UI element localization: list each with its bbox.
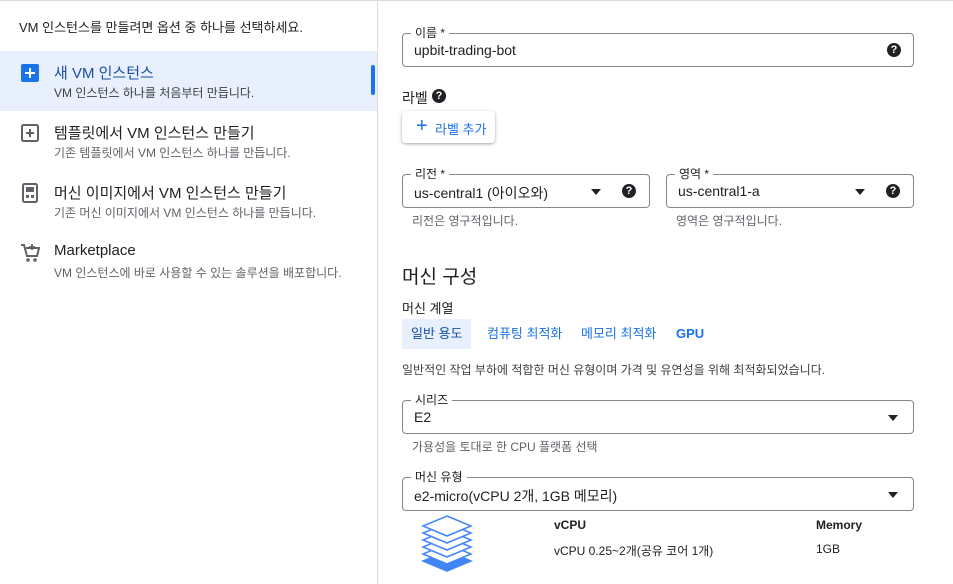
machine-family-desc: 일반적인 작업 부하에 적합한 머신 유형이며 가격 및 유연성을 위해 최적화… — [402, 363, 826, 377]
series-select-label: 시리즈 — [411, 393, 453, 407]
dropdown-arrow-icon — [591, 189, 601, 195]
creation-options-pane: VM 인스턴스를 만들려면 옵션 중 하나를 선택하세요. 새 VM 인스턴스 … — [0, 0, 378, 584]
dropdown-arrow-icon — [888, 492, 898, 498]
memory-value: 1GB — [816, 542, 841, 556]
dropdown-arrow-icon — [888, 415, 898, 421]
name-field-value[interactable]: upbit-trading-bot — [414, 42, 516, 58]
zone-select-label: 영역 * — [675, 167, 714, 181]
machine-type-select[interactable]: 머신 유형 e2-micro(vCPU 2개, 1GB 메모리) — [402, 470, 914, 511]
tab-general-purpose[interactable]: 일반 용도 — [402, 319, 472, 349]
option-title: 머신 이미지에서 VM 인스턴스 만들기 — [54, 185, 287, 202]
dropdown-arrow-icon — [855, 189, 865, 195]
tab-compute-optimized[interactable]: 컴퓨팅 최적화 — [478, 319, 571, 349]
name-field-label: 이름 * — [411, 26, 450, 40]
help-icon[interactable]: ? — [887, 43, 901, 57]
tab-memory-optimized[interactable]: 메모리 최적화 — [572, 319, 665, 349]
region-select[interactable]: 리전 * us-central1 (아이오와) ? — [402, 167, 650, 208]
zone-select-value: us-central1-a — [678, 183, 760, 199]
machine-type-select-label: 머신 유형 — [411, 470, 467, 484]
option-from-template[interactable]: 템플릿에서 VM 인스턴스 만들기 기존 템플릿에서 VM 인스턴스 하나를 만… — [0, 111, 377, 171]
series-hint: 가용성을 토대로 한 CPU 플랫폼 선택 — [412, 440, 598, 454]
help-icon[interactable]: ? — [432, 89, 446, 103]
region-hint: 리전은 영구적입니다. — [412, 214, 519, 228]
option-desc: 기존 머신 이미지에서 VM 인스턴스 하나를 만듭니다. — [54, 206, 317, 220]
selection-indicator — [371, 65, 375, 95]
machine-config-heading: 머신 구성 — [402, 267, 478, 288]
machine-type-select-value: e2-micro(vCPU 2개, 1GB 메모리) — [414, 488, 618, 504]
plus-icon: + — [416, 115, 428, 137]
series-select-value: E2 — [414, 409, 432, 425]
machine-family-label: 머신 계열 — [402, 301, 454, 316]
tab-gpu[interactable]: GPU — [667, 319, 713, 349]
help-icon[interactable]: ? — [886, 184, 900, 198]
cart-icon — [19, 242, 41, 264]
machine-stack-icon — [419, 515, 475, 577]
add-box-icon — [19, 62, 41, 84]
options-intro: VM 인스턴스를 만들려면 옵션 중 하나를 선택하세요. — [19, 20, 303, 35]
option-marketplace[interactable]: Marketplace VM 인스턴스에 바로 사용할 수 있는 솔루션을 배포… — [0, 231, 377, 291]
option-desc: VM 인스턴스에 바로 사용할 수 있는 솔루션을 배포합니다. — [54, 266, 342, 280]
template-icon — [19, 122, 41, 144]
help-icon[interactable]: ? — [622, 184, 636, 198]
option-title: Marketplace — [54, 242, 136, 259]
option-desc: VM 인스턴스 하나를 처음부터 만듭니다. — [54, 86, 255, 100]
labels-title: 라벨 — [402, 90, 428, 106]
zone-hint: 영역은 영구적입니다. — [676, 214, 783, 228]
add-label-button[interactable]: + 라벨 추가 — [402, 111, 495, 143]
region-select-label: 리전 * — [411, 167, 450, 181]
region-select-value: us-central1 (아이오와) — [414, 185, 548, 201]
series-select[interactable]: 시리즈 E2 — [402, 393, 914, 434]
option-title: 템플릿에서 VM 인스턴스 만들기 — [54, 125, 255, 142]
option-new-vm-instance[interactable]: 새 VM 인스턴스 VM 인스턴스 하나를 처음부터 만듭니다. — [0, 51, 377, 111]
memory-header: Memory — [816, 518, 863, 532]
vcpu-value: vCPU 0.25~2개(공유 코어 1개) — [554, 544, 714, 558]
name-field[interactable]: 이름 * upbit-trading-bot ? — [402, 26, 914, 67]
machine-image-icon — [19, 182, 41, 204]
vcpu-header: vCPU — [554, 518, 587, 532]
option-from-machine-image[interactable]: 머신 이미지에서 VM 인스턴스 만들기 기존 머신 이미지에서 VM 인스턴스… — [0, 171, 377, 231]
add-label-text: 라벨 추가 — [435, 122, 487, 137]
option-desc: 기존 템플릿에서 VM 인스턴스 하나를 만듭니다. — [54, 146, 291, 160]
zone-select[interactable]: 영역 * us-central1-a ? — [666, 167, 914, 208]
option-title: 새 VM 인스턴스 — [54, 65, 154, 82]
